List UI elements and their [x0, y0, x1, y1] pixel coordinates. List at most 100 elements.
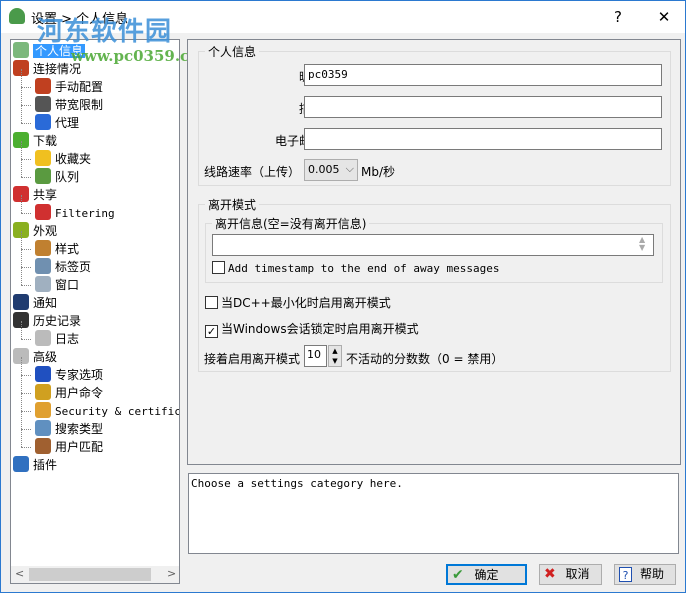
description-input[interactable] — [304, 96, 662, 118]
away-message-input[interactable] — [212, 234, 654, 256]
textarea-scroll-icon[interactable]: ▲ ▼ — [639, 236, 645, 252]
tree-item[interactable]: Filtering — [35, 204, 115, 222]
red-x-icon: ✖ — [544, 566, 556, 582]
tree-item[interactable]: 共享 — [13, 186, 57, 204]
tree-connector — [21, 159, 22, 177]
tree-item-label: 手动配置 — [55, 80, 104, 94]
tree-item-label: 外观 — [33, 224, 58, 238]
tree-item[interactable]: 专家选项 — [35, 366, 103, 384]
key-icon — [35, 384, 51, 400]
upload-speed-select[interactable]: 0.005 ⌵ — [304, 159, 358, 181]
checkbox-box[interactable] — [212, 261, 225, 274]
tree-item-label: 共享 — [33, 188, 58, 202]
queue-icon — [35, 168, 51, 184]
tree-item-label: 代理 — [55, 116, 80, 130]
watermark-logo: 河东软件园 — [37, 17, 173, 47]
close-button[interactable]: ✕ — [649, 5, 679, 29]
tree-item[interactable]: 手动配置 — [35, 78, 103, 96]
tree-connector — [21, 429, 22, 447]
cancel-button[interactable]: ✖ 取消 — [539, 564, 602, 585]
speedometer-icon — [35, 96, 51, 112]
tree-connector — [21, 87, 22, 105]
scroll-right-icon[interactable]: > — [167, 567, 176, 580]
timestamp-checkbox[interactable]: Add timestamp to the end of away message… — [212, 261, 500, 275]
tree-item-label: 高级 — [33, 350, 58, 364]
settings-page: 个人信息 昵称 pc0359 描述 电子邮件 线路速率（上传） 0.005 ⌵ … — [187, 39, 681, 465]
minimize-away-label: 当DC++最小化时启用离开模式 — [221, 296, 391, 310]
lock-away-checkbox[interactable]: ✓ 当Windows会话锁定时启用离开模式 — [205, 320, 419, 338]
ok-button[interactable]: ✔ 确定 — [446, 564, 527, 585]
tree-connector — [21, 321, 22, 339]
upload-speed-value: 0.005 — [308, 163, 340, 176]
email-input[interactable] — [304, 128, 662, 150]
away-mode-legend: 离开模式 — [208, 198, 257, 212]
nick-input[interactable]: pc0359 — [304, 64, 662, 86]
tree-item[interactable]: Security & certificates — [35, 402, 179, 420]
checkmark-icon[interactable]: ✓ — [205, 325, 218, 338]
tree-item[interactable]: 带宽限制 — [35, 96, 103, 114]
tree-item[interactable]: 通知 — [13, 294, 57, 312]
tree-item[interactable]: 样式 — [35, 240, 79, 258]
tree-connector — [21, 105, 31, 106]
watermark-url: www.pc0359.cn — [71, 47, 201, 65]
ok-label: 确定 — [474, 568, 499, 582]
personal-info-legend: 个人信息 — [208, 45, 257, 59]
tree-item[interactable]: 日志 — [35, 330, 79, 348]
tree-connector — [21, 393, 22, 411]
tree-connector — [21, 87, 31, 88]
windows-icon — [35, 276, 51, 292]
tree-horizontal-scrollbar[interactable]: < > — [11, 566, 179, 583]
settings-tree[interactable]: < > 个人信息 连接情况 手动配置 带宽限制 代理 下载 收藏夹 队列 共享 Filtering… — [10, 39, 180, 584]
tree-item[interactable]: 历史记录 — [13, 312, 81, 330]
scrollbar-thumb[interactable] — [29, 568, 151, 581]
tree-connector — [21, 123, 31, 124]
description-box: Choose a settings category here. — [188, 473, 679, 554]
tree-connector — [21, 339, 31, 340]
tree-item[interactable]: 高级 — [13, 348, 57, 366]
tree-item-label: 用户匹配 — [55, 440, 104, 454]
tree-item-label: 插件 — [33, 458, 58, 472]
tree-item-label: 收藏夹 — [55, 152, 92, 166]
notification-icon — [13, 294, 29, 310]
star-folder-icon — [35, 150, 51, 166]
tree-connector — [21, 177, 31, 178]
tree-item[interactable]: 下载 — [13, 132, 57, 150]
tree-item[interactable]: 窗口 — [35, 276, 79, 294]
tree-item-label: 搜索类型 — [55, 422, 104, 436]
help-title-button[interactable]: ? — [603, 5, 633, 29]
idle-suffix-label: 不活动的分数数（0 = 禁用） — [346, 352, 504, 366]
scroll-left-icon[interactable]: < — [15, 567, 24, 580]
idle-minutes-input[interactable]: 10 — [304, 345, 327, 367]
tree-item[interactable]: 收藏夹 — [35, 150, 91, 168]
upload-arrow-icon — [35, 204, 51, 220]
tree-item-label: 样式 — [55, 242, 80, 256]
tree-connector — [21, 159, 31, 160]
tree-item-label: 专家选项 — [55, 368, 104, 382]
lock-away-label: 当Windows会话锁定时启用离开模式 — [221, 322, 419, 336]
cancel-label: 取消 — [565, 567, 590, 581]
tree-item[interactable]: 插件 — [13, 456, 57, 474]
tree-item[interactable]: 标签页 — [35, 258, 91, 276]
tree-connector — [21, 267, 31, 268]
tree-connector — [21, 105, 22, 123]
log-icon — [35, 330, 51, 346]
user-icon — [9, 8, 25, 24]
help-icon: ? — [619, 567, 632, 582]
tree-connector — [21, 267, 22, 285]
idle-prefix-label: 接着启用离开模式 — [204, 352, 301, 366]
tree-item[interactable]: 搜索类型 — [35, 420, 103, 438]
tree-connector — [21, 357, 22, 375]
tree-item[interactable]: 代理 — [35, 114, 79, 132]
minimize-away-checkbox[interactable]: 当DC++最小化时启用离开模式 — [205, 294, 391, 311]
tree-item[interactable]: 外观 — [13, 222, 57, 240]
help-button[interactable]: ? 帮助 — [614, 564, 676, 585]
idle-minutes-spinner[interactable]: ▲ ▼ — [328, 345, 342, 367]
tree-item[interactable]: 用户命令 — [35, 384, 103, 402]
tree-connector — [21, 231, 22, 249]
user-icon — [13, 42, 29, 58]
tree-item[interactable]: 队列 — [35, 168, 79, 186]
away-message-legend: 离开信息(空=没有离开信息) — [215, 217, 367, 231]
checkbox-box[interactable] — [205, 296, 218, 309]
upload-speed-unit: Mb/秒 — [361, 165, 396, 179]
tree-item[interactable]: 用户匹配 — [35, 438, 103, 456]
